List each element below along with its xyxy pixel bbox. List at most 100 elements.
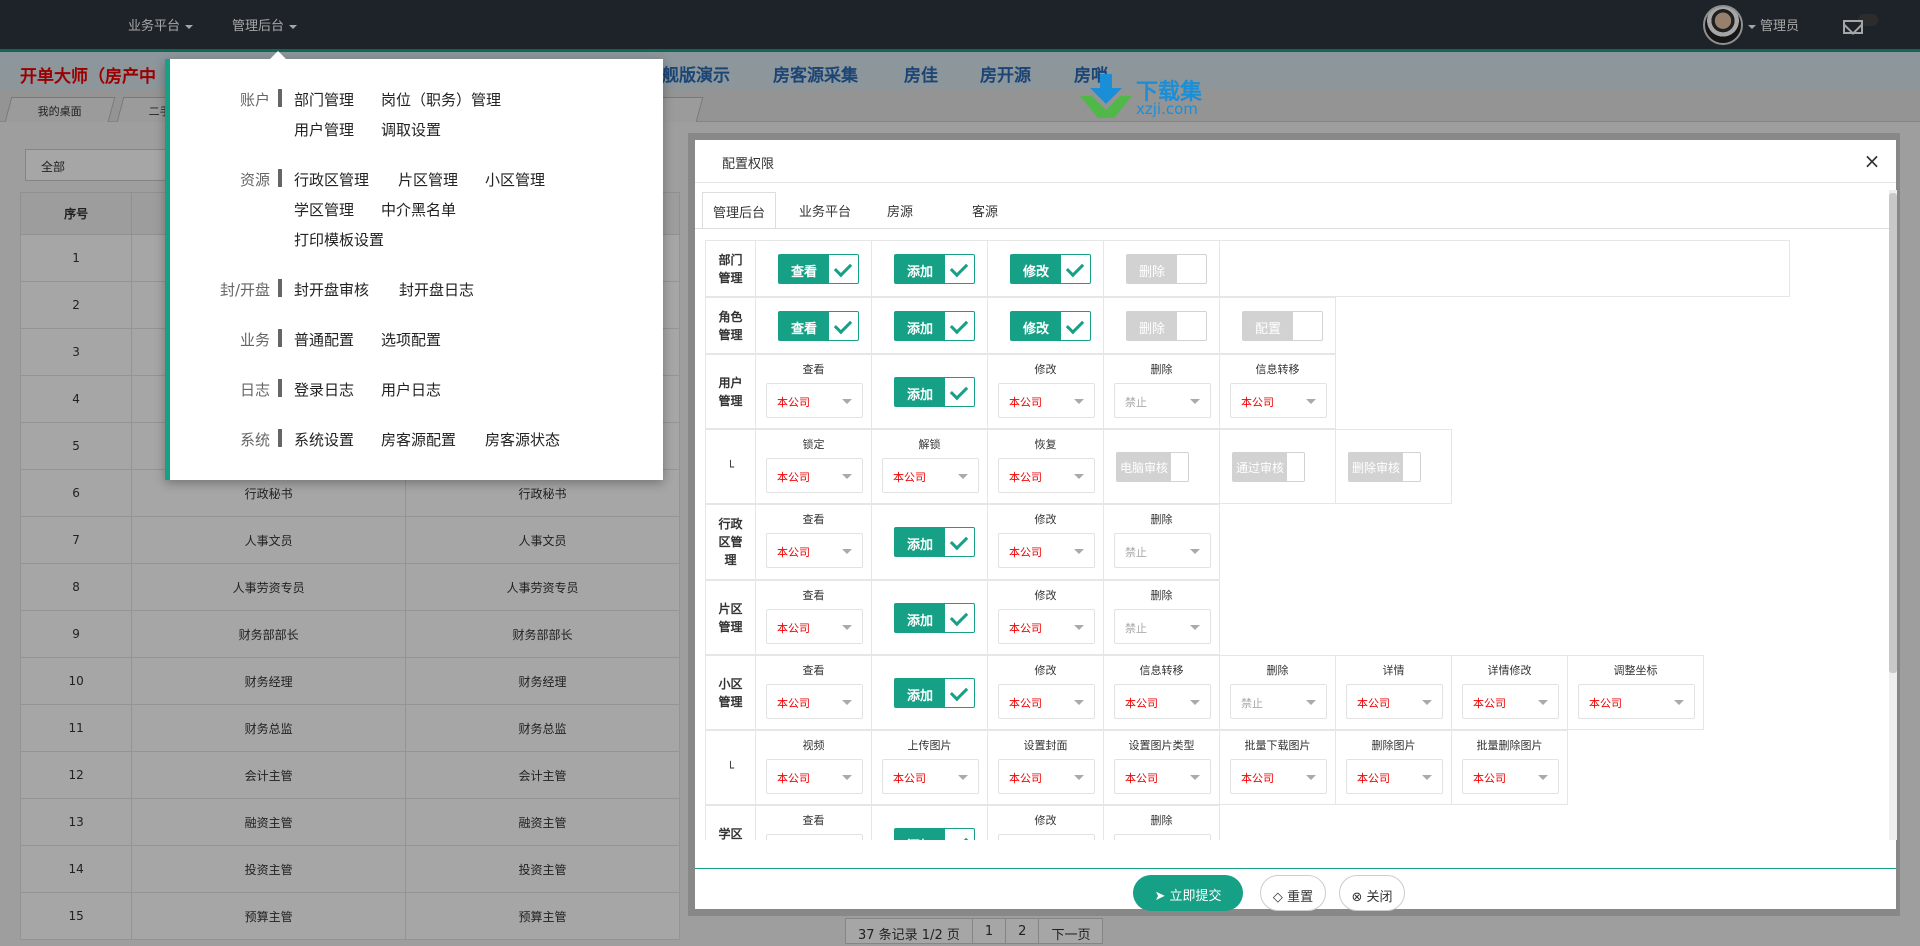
view-toggle[interactable]: 查看	[778, 254, 859, 284]
batch-download-select[interactable]: 本公司	[1230, 759, 1327, 794]
menu-link[interactable]: 调取设置	[381, 119, 441, 140]
menu-link[interactable]: 学区管理	[294, 199, 354, 220]
view-toggle[interactable]: 查看	[778, 311, 859, 341]
lock-select[interactable]: 本公司	[766, 458, 863, 493]
menu-link[interactable]: 房客源配置	[381, 429, 456, 450]
video-select[interactable]: 本公司	[766, 759, 863, 794]
pic-type-select[interactable]: 本公司	[1114, 759, 1211, 794]
menu-link[interactable]: 岗位（职务）管理	[381, 89, 501, 110]
menu-link[interactable]: 普通配置	[294, 329, 354, 350]
menu-group-label: 账户	[239, 91, 270, 109]
menu-link[interactable]: 打印模板设置	[294, 229, 384, 250]
view-select[interactable]: 本公司	[766, 609, 863, 644]
add-toggle[interactable]: 添加	[894, 311, 975, 341]
menu-link[interactable]: 封开盘日志	[399, 279, 474, 300]
restore-select[interactable]: 本公司	[998, 458, 1095, 493]
unlock-select[interactable]: 本公司	[882, 458, 979, 493]
field-label: 删除图片	[1371, 739, 1416, 752]
select-value: 本公司	[1473, 697, 1506, 710]
delete-select[interactable]: 禁止	[1114, 834, 1211, 840]
menu-link[interactable]: 用户管理	[294, 119, 354, 140]
delete-toggle[interactable]: 删除	[1126, 254, 1207, 284]
menu-link[interactable]: 封开盘审核	[294, 279, 369, 300]
delete-select[interactable]: 禁止	[1114, 533, 1211, 568]
batch-delete-pic-select[interactable]: 本公司	[1462, 759, 1559, 794]
menu-link[interactable]: 中介黑名单	[381, 199, 456, 220]
reset-button[interactable]: ◇ 重置	[1260, 875, 1326, 911]
delete-select[interactable]: 禁止	[1114, 609, 1211, 644]
edit-select[interactable]: 本公司	[998, 834, 1095, 840]
view-select[interactable]: 本公司	[766, 834, 863, 840]
row-label: 学区管理	[705, 805, 756, 840]
pass-review-toggle[interactable]: 通过审核	[1232, 452, 1305, 482]
modal-scrollbar[interactable]	[1889, 190, 1897, 840]
chevron-down-icon	[842, 700, 852, 705]
row-label: └	[705, 730, 756, 805]
menu-link[interactable]: 小区管理	[485, 169, 545, 190]
field-label: 调整坐标	[1613, 664, 1658, 677]
menu-link[interactable]: 房客源状态	[485, 429, 560, 450]
close-button[interactable]: ⊗ 关闭	[1339, 875, 1405, 911]
menu-link[interactable]: 部门管理	[294, 89, 354, 110]
pc-review-toggle[interactable]: 电脑审核	[1116, 452, 1189, 482]
scrollbar-thumb[interactable]	[1889, 193, 1897, 673]
select-value: 本公司	[1241, 396, 1274, 409]
row-label: 角色管理	[705, 297, 756, 354]
view-select[interactable]: 本公司	[766, 684, 863, 719]
close-icon[interactable]: ×	[1862, 149, 1882, 173]
menu-link[interactable]: 行政区管理	[294, 169, 369, 190]
edit-select[interactable]: 本公司	[998, 383, 1095, 418]
detail-select[interactable]: 本公司	[1346, 684, 1443, 719]
view-select[interactable]: 本公司	[766, 533, 863, 568]
delete-select[interactable]: 禁止	[1230, 684, 1327, 719]
add-toggle[interactable]: 添加	[894, 377, 975, 407]
tab-house[interactable]: 房源	[870, 192, 930, 229]
set-cover-select[interactable]: 本公司	[998, 759, 1095, 794]
delete-select[interactable]: 禁止	[1114, 383, 1211, 418]
transfer-select[interactable]: 本公司	[1230, 383, 1327, 418]
perm-cell: 添加	[872, 354, 988, 429]
add-toggle[interactable]: 添加	[894, 828, 975, 840]
tab-admin[interactable]: 管理后台	[702, 192, 776, 229]
upload-pic-select[interactable]: 本公司	[882, 759, 979, 794]
perm-cell: 删除禁止	[1104, 580, 1220, 655]
edit-toggle[interactable]: 修改	[1010, 254, 1091, 284]
config-toggle[interactable]: 配置	[1242, 311, 1323, 341]
delete-review-toggle[interactable]: 删除审核	[1348, 452, 1421, 482]
add-toggle[interactable]: 添加	[894, 678, 975, 708]
chevron-down-icon	[842, 474, 852, 479]
toggle-label: 修改	[1011, 255, 1061, 283]
edit-toggle[interactable]: 修改	[1010, 311, 1091, 341]
menu-link[interactable]: 片区管理	[398, 169, 458, 190]
submit-button[interactable]: ➤ 立即提交	[1133, 875, 1243, 911]
view-select[interactable]: 本公司	[766, 383, 863, 418]
check-icon	[1065, 315, 1085, 335]
menu-link[interactable]: 用户日志	[381, 379, 441, 400]
add-toggle[interactable]: 添加	[894, 527, 975, 557]
detail-edit-select[interactable]: 本公司	[1462, 684, 1559, 719]
field-label: 查看	[802, 664, 825, 677]
close-circle-icon: ⊗	[1351, 890, 1367, 905]
perm-cell: 删除	[1104, 240, 1220, 297]
delete-toggle[interactable]: 删除	[1126, 311, 1207, 341]
tab-business[interactable]: 业务平台	[785, 192, 865, 229]
send-icon: ➤	[1154, 889, 1170, 904]
tab-client[interactable]: 客源	[955, 192, 1015, 229]
menu-link[interactable]: 系统设置	[294, 429, 354, 450]
menu-link[interactable]: 登录日志	[294, 379, 354, 400]
coord-select[interactable]: 本公司	[1578, 684, 1695, 719]
perm-cell: 修改本公司	[988, 655, 1104, 730]
perm-cell: 信息转移 本公司	[1104, 655, 1220, 730]
edit-select[interactable]: 本公司	[998, 684, 1095, 719]
transfer-select[interactable]: 本公司	[1114, 684, 1211, 719]
field-label: 解锁	[918, 438, 941, 451]
menu-divider	[278, 379, 282, 397]
add-toggle[interactable]: 添加	[894, 603, 975, 633]
edit-select[interactable]: 本公司	[998, 533, 1095, 568]
menu-link[interactable]: 选项配置	[381, 329, 441, 350]
delete-pic-select[interactable]: 本公司	[1346, 759, 1443, 794]
field-label: 视频	[802, 739, 825, 752]
add-toggle[interactable]: 添加	[894, 254, 975, 284]
edit-select[interactable]: 本公司	[998, 609, 1095, 644]
menu-divider	[278, 279, 282, 297]
